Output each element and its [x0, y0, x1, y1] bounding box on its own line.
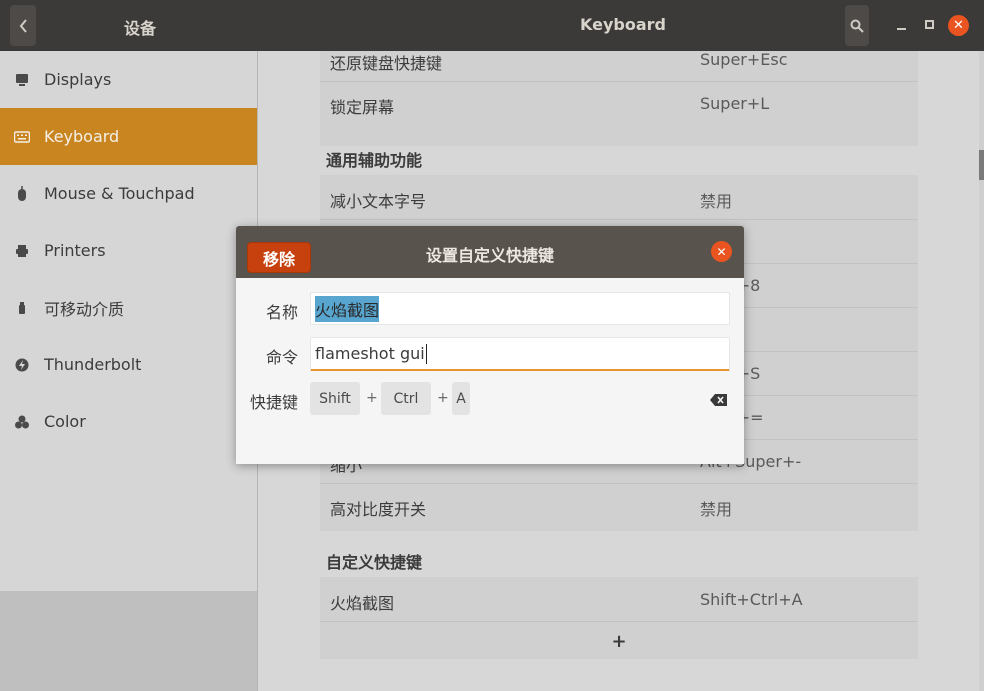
- shortcut-name: 锁定屏幕: [330, 98, 395, 117]
- sidebar-item-label: Keyboard: [44, 127, 120, 146]
- sidebar-item-label: Color: [44, 412, 86, 431]
- sidebar-empty-area: [0, 591, 257, 691]
- command-label: 命令: [266, 348, 299, 367]
- scrollbar-track[interactable]: [979, 51, 984, 691]
- command-input[interactable]: flameshot gui: [310, 337, 730, 371]
- shortcut-value: 禁用: [700, 192, 733, 211]
- dialog-close-button[interactable]: ✕: [711, 241, 732, 262]
- close-icon: ✕: [953, 18, 964, 33]
- shortcut-label: 快捷键: [250, 393, 299, 412]
- window-close-button[interactable]: ✕: [948, 15, 969, 36]
- table-row[interactable]: 高对比度开关 禁用: [320, 484, 918, 528]
- dialog-header: 移除 设置自定义快捷键 ✕: [236, 226, 744, 278]
- mouse-icon: [0, 185, 44, 202]
- section-title-accessibility: 通用辅助功能: [326, 151, 423, 170]
- name-input-value: 火焰截图: [315, 295, 380, 322]
- shortcut-value: 禁用: [700, 500, 733, 519]
- add-shortcut-button[interactable]: +: [320, 623, 918, 659]
- search-icon: [850, 19, 864, 33]
- sidebar-item-color[interactable]: Color: [0, 393, 257, 450]
- backspace-icon: [710, 394, 727, 406]
- sidebar-item-label: Printers: [44, 241, 106, 260]
- keycap-ctrl: Ctrl: [381, 382, 431, 415]
- add-icon: +: [611, 630, 627, 652]
- clear-shortcut-button[interactable]: [710, 391, 727, 410]
- section-title-custom: 自定义快捷键: [326, 553, 423, 572]
- printer-icon: [0, 244, 44, 258]
- custom-shortcut-dialog: 移除 设置自定义快捷键 ✕ 名称 火焰截图 命令 flameshot gui 快…: [236, 226, 744, 464]
- scrollbar-thumb[interactable]: [979, 150, 984, 180]
- sidebar-item-removable-media[interactable]: 可移动介质: [0, 279, 257, 336]
- sidebar-item-displays[interactable]: Displays: [0, 51, 257, 108]
- name-label: 名称: [266, 303, 299, 322]
- sidebar-item-label: Thunderbolt: [44, 355, 142, 374]
- thunderbolt-icon: [0, 358, 44, 372]
- dialog-title: 设置自定义快捷键: [426, 246, 555, 265]
- table-row[interactable]: 还原键盘快捷键 Super+Esc: [320, 38, 918, 82]
- shortcut-name: 火焰截图: [330, 594, 395, 613]
- table-row[interactable]: 锁定屏幕 Super+L: [320, 82, 918, 126]
- minimize-button[interactable]: [895, 22, 907, 30]
- command-input-value: flameshot gui: [315, 344, 425, 363]
- sidebar-item-mouse-touchpad[interactable]: Mouse & Touchpad: [0, 165, 257, 222]
- table-row[interactable]: 火焰截图 Shift+Ctrl+A: [320, 578, 918, 622]
- removable-media-icon: [0, 301, 44, 315]
- page-title: Keyboard: [580, 15, 666, 34]
- sidebar-title: 设备: [124, 19, 157, 38]
- shortcut-value: Shift+Ctrl+A: [700, 590, 803, 609]
- display-icon: [0, 73, 44, 87]
- sidebar-item-keyboard[interactable]: Keyboard: [0, 108, 257, 165]
- keycap-a: A: [452, 382, 470, 415]
- remove-button[interactable]: 移除: [247, 242, 311, 273]
- name-input[interactable]: 火焰截图: [310, 292, 730, 325]
- sidebar-item-printers[interactable]: Printers: [0, 222, 257, 279]
- shortcut-value: Super+Esc: [700, 50, 788, 69]
- sidebar-item-thunderbolt[interactable]: Thunderbolt: [0, 336, 257, 393]
- maximize-button[interactable]: [925, 20, 934, 29]
- sidebar-item-label: Displays: [44, 70, 112, 89]
- key-separator: +: [437, 390, 449, 406]
- chevron-left-icon: [19, 18, 27, 33]
- key-separator: +: [366, 390, 378, 406]
- keyboard-icon: [0, 130, 44, 143]
- back-button[interactable]: [10, 5, 36, 46]
- shortcut-name: 还原键盘快捷键: [330, 54, 443, 73]
- shortcut-name: 高对比度开关: [330, 500, 427, 519]
- text-caret: [425, 343, 427, 364]
- sidebar-item-label: Mouse & Touchpad: [44, 184, 195, 203]
- shortcut-name: 减小文本字号: [330, 192, 427, 211]
- close-icon: ✕: [716, 244, 727, 259]
- table-row[interactable]: 减小文本字号 禁用: [320, 176, 918, 220]
- sidebar-item-label: 可移动介质: [44, 299, 125, 319]
- keycap-shift: Shift: [310, 382, 360, 415]
- shortcut-value: Super+L: [700, 94, 770, 113]
- minimize-icon: [896, 28, 906, 30]
- color-icon: [0, 415, 44, 429]
